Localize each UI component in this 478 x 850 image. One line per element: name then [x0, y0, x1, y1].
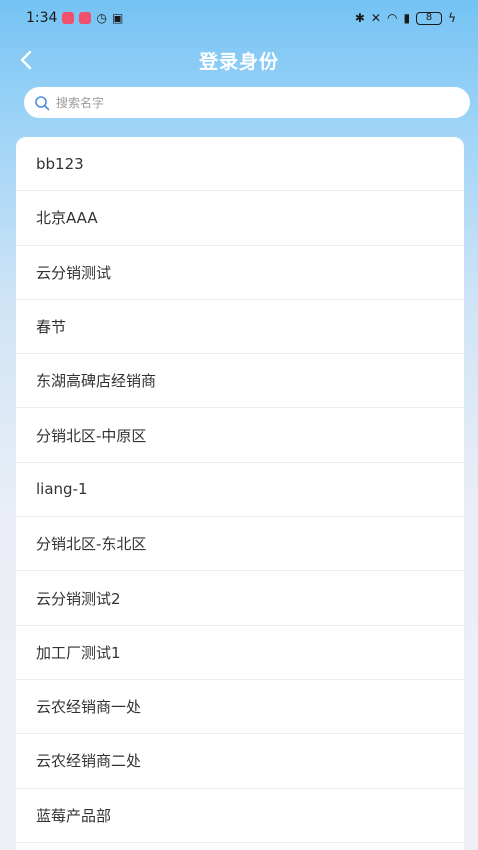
status-left: 1:34 ◷ ▣	[26, 10, 123, 26]
list-item[interactable]: 北京AAA	[16, 191, 464, 246]
list-item[interactable]: 加工厂测试1	[16, 626, 464, 680]
list-item[interactable]: 云分销测试	[16, 246, 464, 300]
search-icon	[35, 95, 50, 110]
gauge-icon: ◷	[96, 11, 107, 25]
page-title: 登录身份	[198, 50, 279, 73]
search-bar[interactable]	[24, 87, 470, 118]
app-notification-icon	[79, 12, 92, 24]
search-input[interactable]	[56, 95, 456, 110]
list-item[interactable]: 东湖高碑店经销商	[16, 354, 464, 409]
bluetooth-icon: ✱	[354, 11, 365, 25]
status-bar: 1:34 ◷ ▣ ✱ ✕ ◠ ▮ 8 ϟ	[0, 0, 478, 36]
list-item[interactable]: 蓝莓产品部	[16, 789, 464, 843]
identity-list: bb123 北京AAA 云分销测试 春节 东湖高碑店经销商 分销北区-中原区 l…	[16, 137, 464, 850]
battery-icon: 8	[416, 11, 443, 25]
nfc-icon: ▣	[111, 11, 124, 25]
mute-icon: ✕	[370, 11, 381, 25]
list-item[interactable]: 云农经销商二处	[16, 734, 464, 789]
list-item[interactable]: liang-1	[16, 463, 464, 518]
app-notification-icon	[62, 12, 75, 24]
list-item[interactable]: bb123	[16, 137, 464, 192]
list-item[interactable]: 云农经销商一处	[16, 680, 464, 735]
chevron-left-icon	[20, 50, 32, 70]
header: 登录身份	[0, 36, 478, 84]
list-item[interactable]: 分销北区-中原区	[16, 408, 464, 463]
battery-level: 8	[425, 12, 433, 23]
back-button[interactable]	[8, 42, 44, 78]
status-time: 1:34	[26, 10, 58, 26]
list-item[interactable]: 分销北区-东北区	[16, 517, 464, 572]
status-right: ✱ ✕ ◠ ▮ 8 ϟ	[355, 11, 456, 25]
wifi-icon: ◠	[386, 11, 398, 25]
charging-icon: ϟ	[448, 11, 456, 25]
list-item[interactable]: 春节	[16, 300, 464, 355]
list-item[interactable]: 云分销测试2	[16, 571, 464, 626]
sim-icon: ▮	[403, 11, 411, 25]
